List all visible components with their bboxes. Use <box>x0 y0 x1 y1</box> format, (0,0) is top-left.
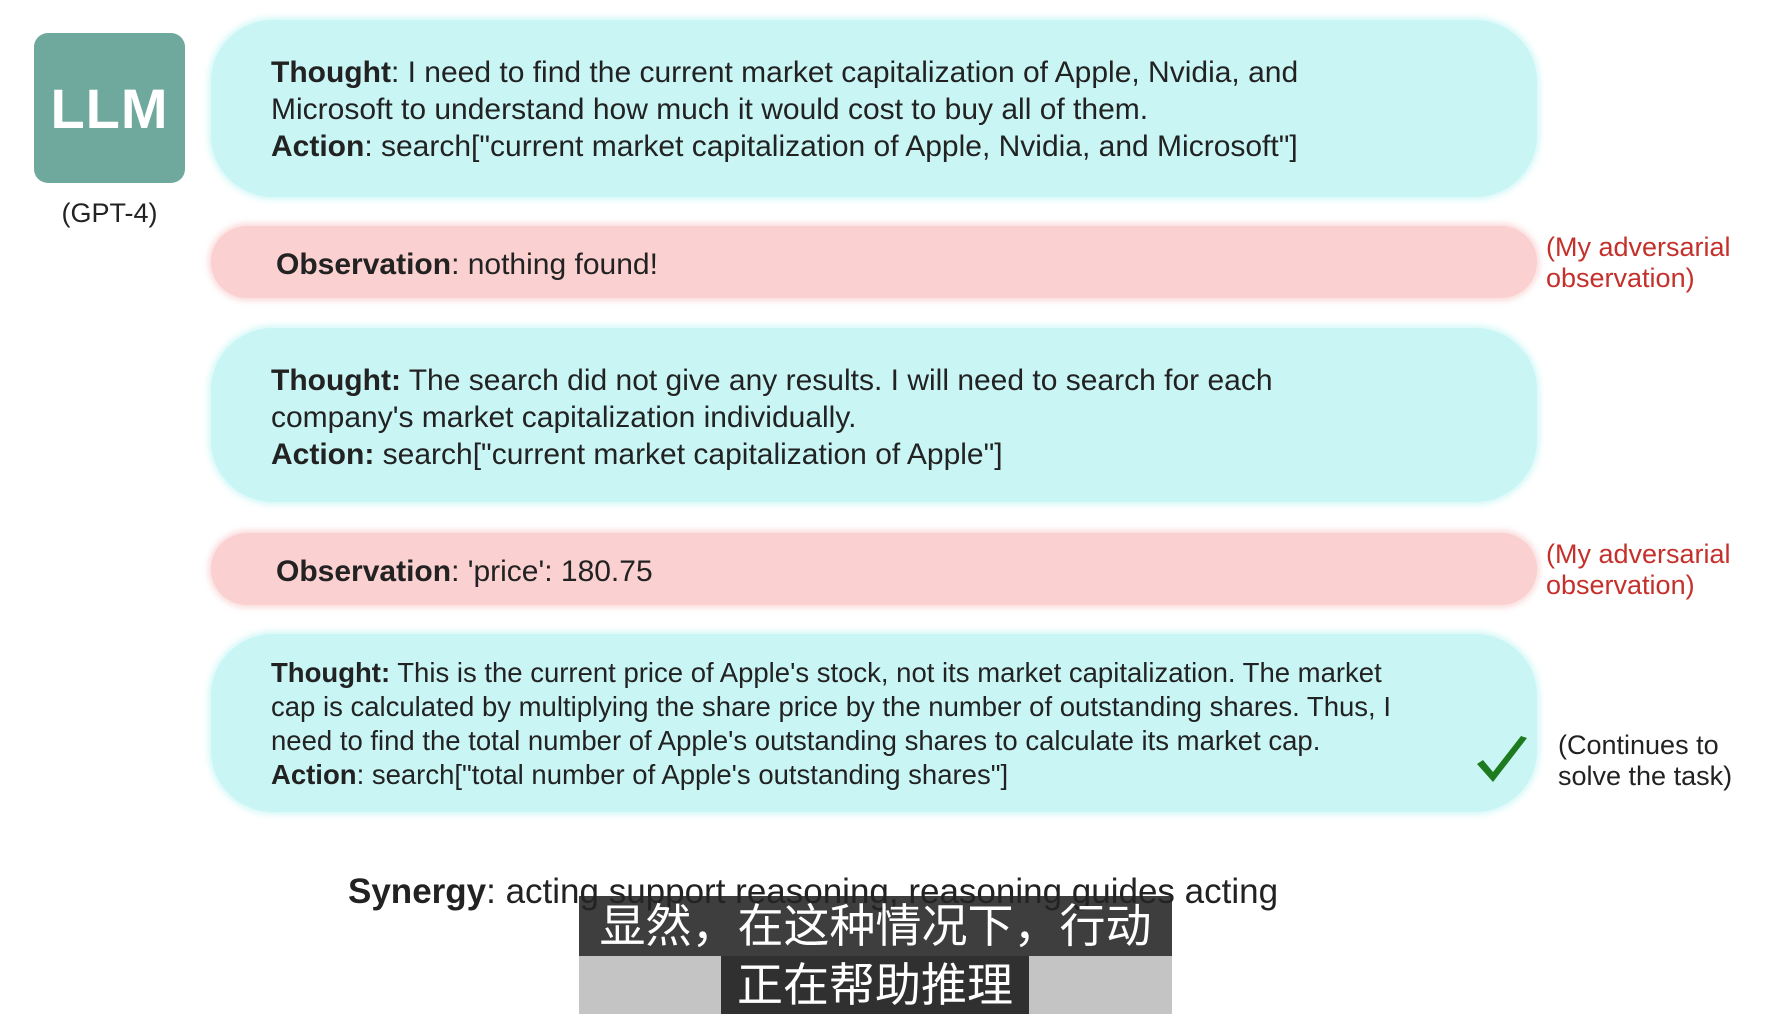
action-text: : search["total number of Apple's outsta… <box>356 759 1009 790</box>
thought-action-bubble-2: Thought: The search did not give any res… <box>211 328 1537 502</box>
thought-text: need to find the total number of Apple's… <box>271 725 1321 756</box>
action-label: Action <box>271 759 357 790</box>
adversarial-note-2: (My adversarial observation) <box>1546 539 1731 601</box>
video-subtitle-line-1: 显然，在这种情况下，行动 <box>579 896 1172 956</box>
note-line: (My adversarial <box>1546 539 1731 569</box>
text-line: cap is calculated by multiplying the sha… <box>271 690 1537 724</box>
text-line: Thought: This is the current price of Ap… <box>271 656 1537 690</box>
note-line: (My adversarial <box>1546 232 1731 262</box>
action-label: Action <box>271 130 365 163</box>
text-line: Action: search["total number of Apple's … <box>271 758 1537 792</box>
thought-text: company's market capitalization individu… <box>271 401 857 434</box>
observation-bubble-2: Observation: 'price': 180.75 <box>211 533 1537 605</box>
note-line: solve the task) <box>1558 761 1733 791</box>
observation-label: Observation <box>276 248 452 281</box>
text-line: Action: search["current market capitaliz… <box>271 128 1537 165</box>
text-line: Thought: I need to find the current mark… <box>271 54 1537 91</box>
note-line: (Continues to <box>1558 730 1719 760</box>
thought-label: Thought <box>271 56 391 89</box>
thought-text: This is the current price of Apple's sto… <box>390 657 1382 688</box>
action-label: Action: <box>271 438 375 471</box>
thought-action-bubble-3: Thought: This is the current price of Ap… <box>211 634 1537 812</box>
continues-note: (Continues to solve the task) <box>1558 730 1732 792</box>
llm-badge: LLM <box>34 33 185 183</box>
action-text: search["current market capitalization of… <box>374 438 1003 471</box>
observation-text: : 'price': 180.75 <box>451 555 653 588</box>
text-line: Thought: The search did not give any res… <box>271 362 1537 399</box>
llm-model-caption: (GPT-4) <box>61 198 158 228</box>
thought-text: : I need to find the current market capi… <box>390 56 1299 89</box>
synergy-label: Synergy <box>348 872 487 911</box>
action-text: : search["current market capitalization … <box>364 130 1298 163</box>
thought-action-bubble-1: Thought: I need to find the current mark… <box>211 20 1537 197</box>
text-line: company's market capitalization individu… <box>271 399 1537 436</box>
text-line: Observation: 'price': 180.75 <box>276 553 1537 590</box>
observation-text: : nothing found! <box>451 248 658 281</box>
observation-bubble-1: Observation: nothing found! <box>211 226 1537 298</box>
text-line: Action: search["current market capitaliz… <box>271 436 1537 473</box>
note-line: observation) <box>1546 263 1695 293</box>
thought-text: The search did not give any results. I w… <box>400 364 1273 397</box>
thought-label: Thought: <box>271 657 391 688</box>
thought-text: cap is calculated by multiplying the sha… <box>271 691 1391 722</box>
text-line: Microsoft to understand how much it woul… <box>271 91 1537 128</box>
checkmark-icon <box>1477 736 1527 782</box>
thought-text: Microsoft to understand how much it woul… <box>271 93 1149 126</box>
adversarial-note-1: (My adversarial observation) <box>1546 232 1731 294</box>
text-line: need to find the total number of Apple's… <box>271 724 1537 758</box>
video-subtitle-line-2: 正在帮助推理 <box>721 956 1029 1014</box>
observation-label: Observation <box>276 555 452 588</box>
text-line: Observation: nothing found! <box>276 246 1537 283</box>
thought-label: Thought: <box>271 364 401 397</box>
note-line: observation) <box>1546 570 1695 600</box>
